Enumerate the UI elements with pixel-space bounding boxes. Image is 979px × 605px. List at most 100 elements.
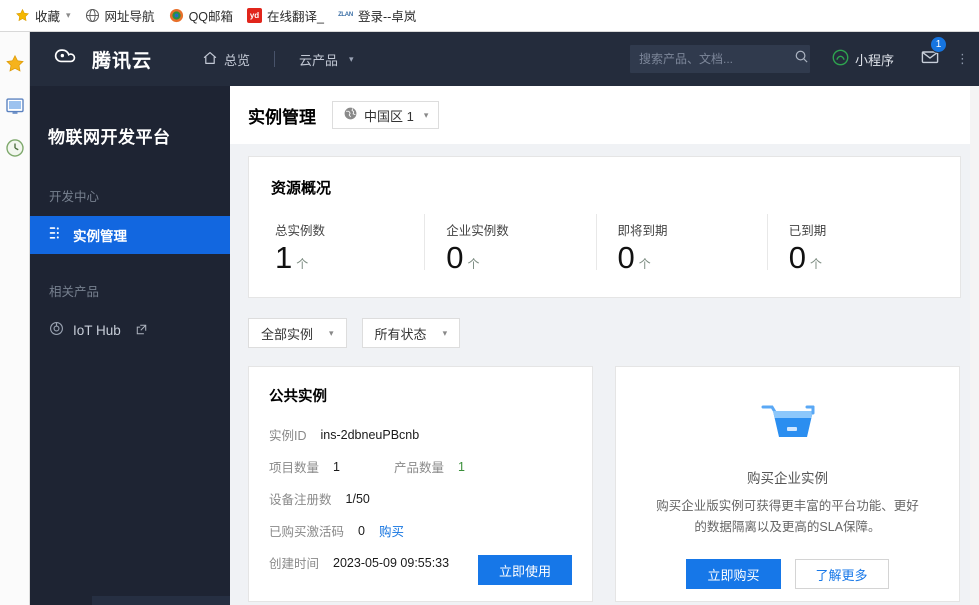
bookmark-zlan-login[interactable]: ZLAN 登录--卓岚 bbox=[331, 4, 423, 28]
buy-activation-code-link[interactable]: 购买 bbox=[379, 521, 404, 540]
stat-value: 1个 bbox=[275, 241, 424, 275]
mini-program-icon bbox=[832, 49, 849, 69]
instance-card-row: 公共实例 实例ID ins-2dbneuPBcnb 项目数量 1 产品数量 1 bbox=[248, 366, 961, 602]
nav-item-products[interactable]: 云产品 ▾ bbox=[295, 50, 358, 69]
nav-divider bbox=[274, 51, 275, 67]
stat-number: 0 bbox=[789, 240, 806, 275]
learn-more-button[interactable]: 了解更多 bbox=[795, 559, 889, 589]
bookmark-label: 在线翻译_ bbox=[267, 6, 324, 25]
shopping-cart-icon bbox=[757, 397, 819, 454]
stat-total-instances: 总实例数 1个 bbox=[271, 220, 424, 275]
page-header: 实例管理 中国区 1 ▾ bbox=[230, 86, 979, 144]
globe-region-icon bbox=[343, 106, 358, 124]
stat-label: 企业实例数 bbox=[446, 220, 595, 239]
content-vertical-scrollbar[interactable] bbox=[970, 86, 979, 605]
mail-button[interactable]: 1 bbox=[920, 47, 940, 72]
search-box[interactable] bbox=[630, 45, 810, 73]
stat-value: 0个 bbox=[446, 241, 595, 275]
instance-card-title: 公共实例 bbox=[269, 385, 572, 406]
top-navigation-bar: 腾讯云 总览 云产品 ▾ bbox=[30, 32, 979, 86]
detail-value: 0 bbox=[358, 524, 365, 538]
stats-row: 总实例数 1个 企业实例数 0个 即将到期 0个 bbox=[271, 220, 938, 275]
content-scroll-area: 资源概况 总实例数 1个 企业实例数 0个 bbox=[230, 144, 979, 602]
detail-label: 创建时间 bbox=[269, 553, 319, 572]
stat-label: 总实例数 bbox=[275, 220, 424, 239]
detail-value: 1 bbox=[458, 460, 465, 474]
bookmark-label: 网址导航 bbox=[105, 6, 155, 25]
external-link-icon bbox=[136, 323, 147, 338]
main-content: 实例管理 中国区 1 ▾ 资源概况 总实例数 1个 bbox=[230, 86, 979, 605]
stat-number: 0 bbox=[618, 240, 635, 275]
detail-counts: 项目数量 1 产品数量 1 bbox=[269, 457, 572, 476]
globe-icon bbox=[85, 8, 100, 23]
promo-buttons: 立即购买 了解更多 bbox=[686, 559, 888, 589]
sidebar-item-iot-hub[interactable]: IoT Hub bbox=[30, 311, 230, 349]
chevron-down-icon: ▾ bbox=[443, 328, 448, 339]
resource-overview-heading: 资源概况 bbox=[271, 177, 938, 198]
mail-unread-badge: 1 bbox=[930, 36, 947, 53]
mini-program-label: 小程序 bbox=[855, 50, 894, 69]
chevron-down-icon: ▾ bbox=[424, 110, 429, 121]
screen-icon[interactable] bbox=[5, 96, 25, 116]
detail-label: 设备注册数 bbox=[269, 489, 332, 508]
list-icon bbox=[49, 226, 64, 244]
sidebar-horizontal-scrollbar[interactable] bbox=[92, 596, 230, 605]
detail-value: ins-2dbneuPBcnb bbox=[321, 428, 420, 442]
detail-instance-id: 实例ID ins-2dbneuPBcnb bbox=[269, 425, 572, 444]
use-now-button[interactable]: 立即使用 bbox=[478, 555, 572, 585]
bookmark-label: 收藏 bbox=[35, 6, 60, 25]
tencent-cloud-logo-icon bbox=[53, 46, 83, 73]
brand-name: 腾讯云 bbox=[92, 46, 152, 73]
app-sidebar: 物联网开发平台 开发中心 实例管理 相关产品 IoT Hub bbox=[30, 86, 230, 605]
filter-instance-type[interactable]: 全部实例 ▾ bbox=[248, 318, 347, 348]
nav-item-label: 云产品 bbox=[299, 50, 338, 69]
sidebar-item-instance-management[interactable]: 实例管理 bbox=[30, 216, 230, 254]
browser-side-rail bbox=[0, 32, 30, 605]
hub-icon bbox=[49, 321, 64, 339]
promo-title: 购买企业实例 bbox=[747, 467, 828, 487]
bookmark-nav[interactable]: 网址导航 bbox=[78, 4, 162, 28]
promo-description: 购买企业版实例可获得更丰富的平台功能、更好的数据隔离以及更高的SLA保障。 bbox=[652, 496, 924, 537]
sidebar-group-label-related: 相关产品 bbox=[30, 254, 230, 311]
mini-program-entry[interactable]: 小程序 bbox=[832, 49, 894, 69]
instance-details: 实例ID ins-2dbneuPBcnb 项目数量 1 产品数量 1 设备注册数… bbox=[269, 425, 572, 572]
bookmark-label: QQ邮箱 bbox=[189, 6, 233, 25]
stat-unit: 个 bbox=[810, 257, 822, 271]
favorites-star-icon[interactable] bbox=[5, 54, 25, 74]
bookmark-favorites[interactable]: 收藏 ▾ bbox=[8, 4, 78, 28]
stat-number: 1 bbox=[275, 240, 292, 275]
user-menu-button[interactable]: ⋮ bbox=[956, 51, 969, 67]
home-icon bbox=[202, 50, 218, 69]
stat-expiring-soon: 即将到期 0个 bbox=[596, 220, 767, 275]
history-clock-icon[interactable] bbox=[5, 138, 25, 158]
region-selector[interactable]: 中国区 1 ▾ bbox=[332, 101, 439, 129]
detail-device-registrations: 设备注册数 1/50 bbox=[269, 489, 572, 508]
nav-item-overview[interactable]: 总览 bbox=[198, 50, 254, 69]
detail-value: 1 bbox=[333, 460, 340, 474]
bookmark-translate[interactable]: yd 在线翻译_ bbox=[240, 4, 331, 28]
sidebar-item-label: 实例管理 bbox=[73, 225, 127, 245]
public-instance-card: 公共实例 实例ID ins-2dbneuPBcnb 项目数量 1 产品数量 1 bbox=[248, 366, 593, 602]
filter-label: 全部实例 bbox=[261, 324, 313, 343]
chevron-down-icon[interactable]: ▾ bbox=[66, 11, 71, 20]
bookmark-qq-mail[interactable]: QQ邮箱 bbox=[162, 4, 240, 28]
brand-logo[interactable]: 腾讯云 bbox=[30, 46, 152, 73]
zlan-icon: ZLAN bbox=[338, 8, 353, 23]
stat-value: 0个 bbox=[789, 241, 938, 275]
page-title: 实例管理 bbox=[248, 103, 316, 128]
bookmark-label: 登录--卓岚 bbox=[358, 6, 416, 25]
search-icon[interactable] bbox=[794, 49, 809, 69]
detail-label: 实例ID bbox=[269, 425, 307, 444]
stat-label: 已到期 bbox=[789, 220, 938, 239]
filter-row: 全部实例 ▾ 所有状态 ▾ bbox=[248, 318, 961, 348]
buy-now-button[interactable]: 立即购买 bbox=[686, 559, 780, 589]
browser-bookmark-bar: 收藏 ▾ 网址导航 QQ邮箱 yd 在线翻译_ ZLAN 登录--卓岚 bbox=[0, 0, 979, 32]
search-input[interactable] bbox=[639, 52, 794, 66]
filter-label: 所有状态 bbox=[375, 324, 427, 343]
detail-label: 已购买激活码 bbox=[269, 521, 344, 540]
youdao-icon: yd bbox=[247, 8, 262, 23]
stat-enterprise-instances: 企业实例数 0个 bbox=[424, 220, 595, 275]
detail-activation-codes: 已购买激活码 0 购买 bbox=[269, 521, 572, 540]
stat-unit: 个 bbox=[296, 257, 308, 271]
filter-status[interactable]: 所有状态 ▾ bbox=[362, 318, 461, 348]
